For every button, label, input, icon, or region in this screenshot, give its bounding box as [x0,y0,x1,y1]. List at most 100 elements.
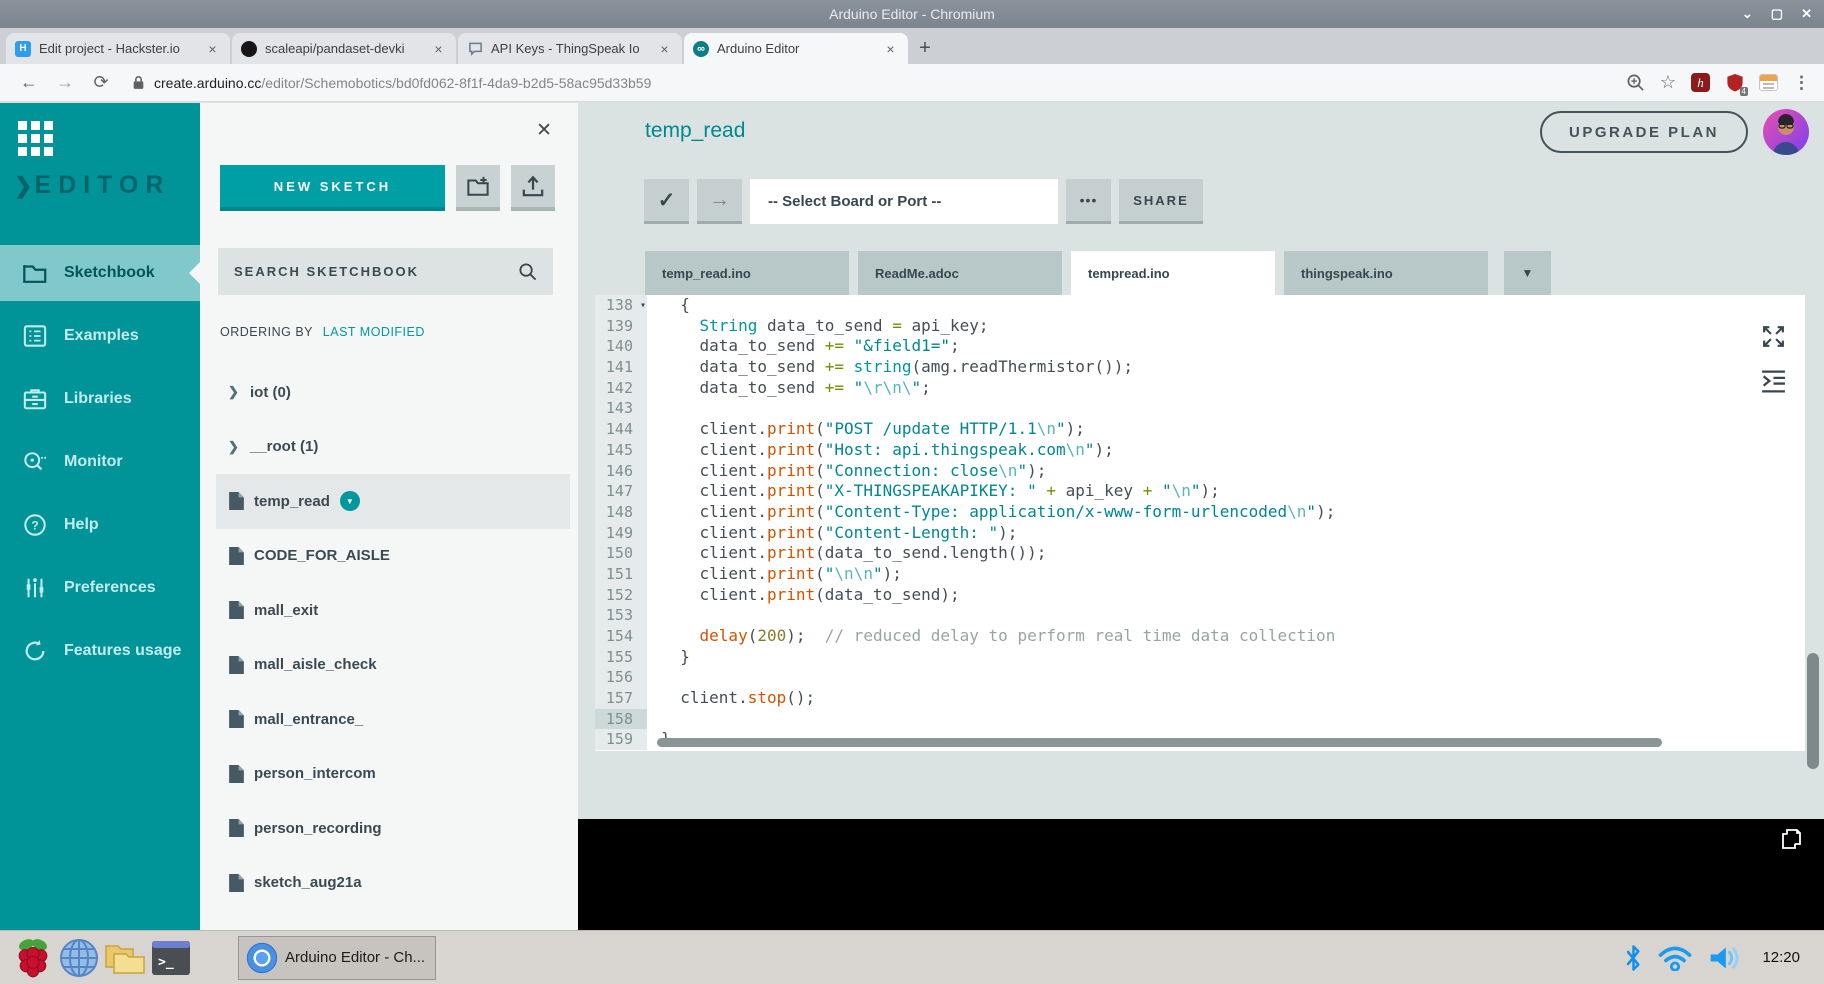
sidebar-item-libraries[interactable]: Libraries [0,371,200,427]
code-line-155[interactable]: 155 } [595,647,1805,668]
sketch-item-person-intercom[interactable]: person_intercom [216,747,570,802]
sketchbook-search-input[interactable] [234,264,518,279]
line-number: 141 [595,357,647,378]
reload-icon[interactable]: ⟳ [86,72,116,93]
browser-tab-arduino-editor[interactable]: ∞ Arduino Editor × [684,33,908,64]
tab-list-dropdown-button[interactable]: ▼ [1504,251,1551,295]
file-manager-icon[interactable] [102,935,148,981]
code-line-153[interactable]: 153 [595,605,1805,626]
verify-button[interactable]: ✓ [644,179,689,224]
sidebar-item-preferences[interactable]: Preferences [0,560,200,616]
code-line-146[interactable]: 146 client.print("Connection: close\n"); [595,461,1805,482]
tab-close-icon[interactable]: × [656,41,673,57]
panel-close-icon[interactable]: ✕ [536,119,552,142]
omnibox[interactable]: create.arduino.cc/editor/Schemobotics/bd… [132,75,1614,91]
tab-close-icon[interactable]: × [882,41,899,57]
sketch-item-mall-entrance[interactable]: mall_entrance_ [216,692,570,747]
app-launcher-grid-icon[interactable] [18,121,53,156]
fullscreen-icon[interactable] [1760,323,1787,350]
new-folder-button[interactable] [456,165,500,211]
bluetooth-icon[interactable] [1625,944,1642,972]
tab-close-icon[interactable]: × [430,41,447,57]
line-number: 139 [595,316,647,337]
browser-menu-icon[interactable]: ⋮ [1793,73,1810,93]
share-button[interactable]: SHARE [1119,179,1203,224]
code-line-140[interactable]: 140 data_to_send += "&field1="; [595,336,1805,357]
bookmark-star-icon[interactable]: ☆ [1660,72,1676,93]
chromium-icon [245,941,279,975]
file-tab-readme-adoc[interactable]: ReadMe.adoc [858,251,1062,295]
import-sketch-button[interactable] [511,165,555,211]
code-line-152[interactable]: 152 client.print(data_to_send); [595,585,1805,606]
sketch-item-person-recording[interactable]: person_recording [216,801,570,856]
autoformat-icon[interactable] [1760,368,1787,395]
sidebar-item-monitor[interactable]: Monitor [0,434,200,490]
horizontal-scrollbar[interactable] [657,738,1662,747]
window-maximize-button[interactable]: ▢ [1771,6,1783,22]
taskbar-clock[interactable]: 12:20 [1762,949,1800,966]
terminal-icon[interactable]: >_ [148,935,194,981]
code-line-150[interactable]: 150 client.print(data_to_send.length()); [595,543,1805,564]
sidebar-item-features-usage[interactable]: Features usage [0,623,200,679]
taskbar-window-button[interactable]: Arduino Editor - Ch... [238,936,436,980]
extension-card-icon[interactable] [1759,74,1778,91]
browser-tab-github[interactable]: scaleapi/pandaset-devki × [232,33,456,64]
vertical-scrollbar-thumb[interactable] [1807,653,1819,769]
sketch-item-sketch-aug21a[interactable]: sketch_aug21a [216,856,570,911]
window-close-button[interactable]: ✕ [1801,6,1812,22]
zoom-icon[interactable] [1626,73,1645,92]
more-options-button[interactable]: ••• [1066,179,1111,224]
upgrade-plan-button[interactable]: UPGRADE PLAN [1540,111,1748,153]
code-editor[interactable]: 138▾ {139 String data_to_send = api_key;… [595,295,1805,751]
code-line-144[interactable]: 144 client.print("POST /update HTTP/1.1\… [595,419,1805,440]
raspberry-menu-icon[interactable] [10,935,56,981]
user-avatar[interactable] [1763,109,1809,155]
code-line-151[interactable]: 151 client.print("\n\n"); [595,564,1805,585]
sidebar-item-examples[interactable]: Examples [0,308,200,364]
line-number: 154 [595,626,647,647]
window-shade-button[interactable]: ⌄ [1742,6,1753,22]
sketch-item-mall-aisle-check[interactable]: mall_aisle_check [216,638,570,693]
new-sketch-button[interactable]: NEW SKETCH [220,165,445,211]
code-line-157[interactable]: 157 client.stop(); [595,688,1805,709]
code-line-141[interactable]: 141 data_to_send += string(amg.readTherm… [595,357,1805,378]
sketchbook-folder-root-1[interactable]: ❯__root (1) [216,420,570,475]
code-line-149[interactable]: 149 client.print("Content-Length: "); [595,523,1805,544]
code-line-145[interactable]: 145 client.print("Host: api.thingspeak.c… [595,440,1805,461]
code-line-142[interactable]: 142 data_to_send += "\r\n\"; [595,378,1805,399]
extension-hackster-icon[interactable]: h [1691,73,1710,92]
browser-tab-thingspeak[interactable]: API Keys - ThingSpeak Io × [458,33,682,64]
sidebar-item-sketchbook[interactable]: Sketchbook [0,245,200,301]
copy-output-icon[interactable] [1778,826,1804,857]
code-line-138[interactable]: 138▾ { [595,295,1805,316]
tab-close-icon[interactable]: × [204,41,221,57]
upload-button[interactable]: → [697,179,742,224]
sketch-item-temp-read[interactable]: temp_read▼ [216,474,570,529]
code-line-154[interactable]: 154 delay(200); // reduced delay to perf… [595,626,1805,647]
fold-arrow-icon[interactable]: ▾ [640,296,646,317]
web-browser-globe-icon[interactable] [56,935,102,981]
wifi-icon[interactable] [1658,944,1692,971]
code-line-156[interactable]: 156 [595,667,1805,688]
sketch-actions-badge-icon[interactable]: ▼ [340,491,360,511]
file-tab-thingspeak-ino[interactable]: thingspeak.ino [1284,251,1488,295]
board-port-select[interactable]: -- Select Board or Port -- [750,179,1058,224]
code-line-147[interactable]: 147 client.print("X-THINGSPEAKAPIKEY: " … [595,481,1805,502]
new-tab-button[interactable]: + [910,33,940,64]
code-line-139[interactable]: 139 String data_to_send = api_key; [595,316,1805,337]
browser-tab-hackster[interactable]: H Edit project - Hackster.io × [6,33,230,64]
sketch-item-mall-exit[interactable]: mall_exit [216,583,570,638]
back-icon[interactable]: ← [14,72,44,93]
code-line-143[interactable]: 143 [595,398,1805,419]
volume-icon[interactable] [1708,944,1746,972]
code-line-148[interactable]: 148 client.print("Content-Type: applicat… [595,502,1805,523]
file-tab-tempread-ino[interactable]: tempread.ino [1071,251,1275,295]
file-tab-temp-read-ino[interactable]: temp_read.ino [645,251,849,295]
sidebar-item-help[interactable]: ? Help [0,497,200,553]
extension-shield-icon[interactable]: 4 [1725,73,1744,92]
sketchbook-folder-iot-0[interactable]: ❯iot (0) [216,365,570,420]
forward-icon[interactable]: → [50,72,80,93]
sketch-item-code-for-aisle[interactable]: CODE_FOR_AISLE [216,529,570,584]
code-line-158[interactable]: 158 [595,709,1805,730]
ordering-value-link[interactable]: LAST MODIFIED [323,325,425,339]
